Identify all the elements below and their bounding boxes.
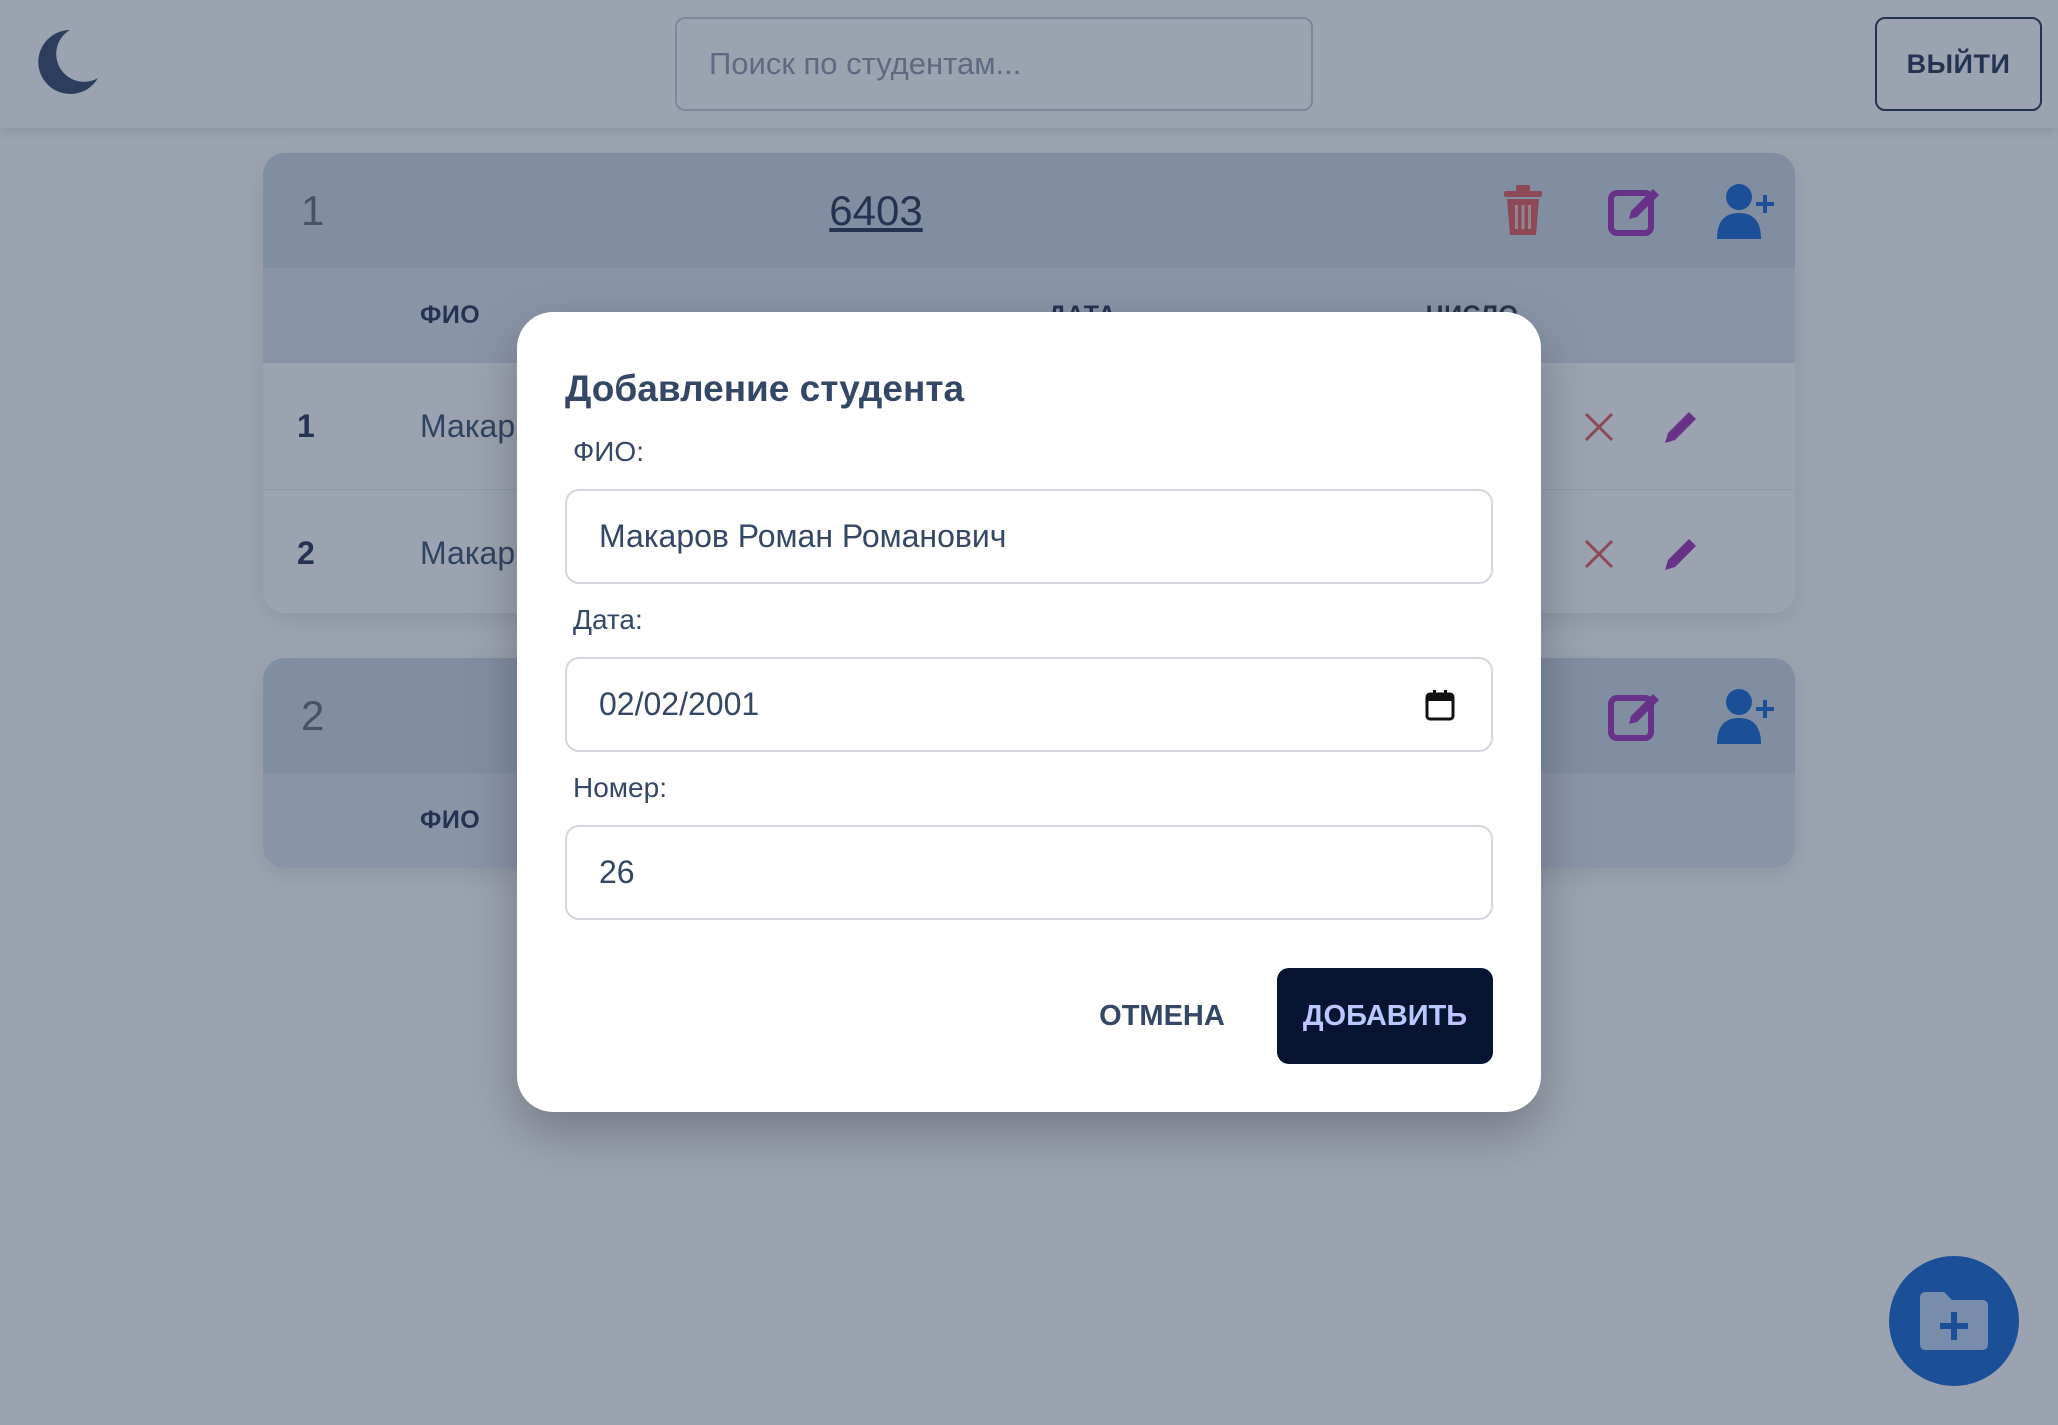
- number-input[interactable]: 26: [565, 825, 1493, 920]
- date-input[interactable]: 02/02/2001: [565, 657, 1493, 752]
- cancel-button[interactable]: ОТМЕНА: [1082, 968, 1242, 1064]
- date-label: Дата:: [573, 604, 643, 635]
- add-button[interactable]: ДОБАВИТЬ: [1277, 968, 1493, 1064]
- number-label: Номер:: [573, 772, 667, 803]
- fio-input[interactable]: Макаров Роман Романович: [565, 489, 1493, 584]
- date-value: 02/02/2001: [599, 686, 760, 722]
- dialog-title: Добавление студента: [565, 368, 965, 409]
- calendar-icon[interactable]: [1425, 689, 1455, 721]
- fio-label: ФИО:: [573, 436, 644, 467]
